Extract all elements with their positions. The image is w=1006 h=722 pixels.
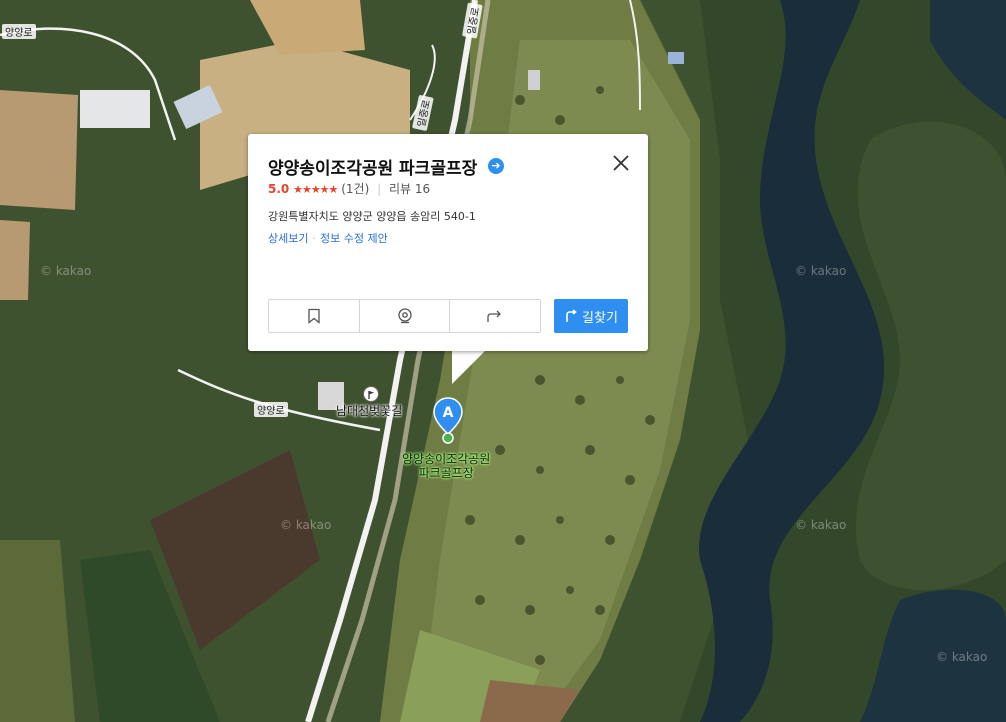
place-label-line2: 파크골프장 [418,466,474,480]
rating-row: 5.0 ★★★★★ (1건) | 리뷰 16 [268,180,430,197]
place-label[interactable]: 양양송이조각공원 파크골프장 [402,452,490,480]
poi-flag-marker[interactable] [364,387,378,401]
watermark: © kakao [936,650,988,664]
rating-score: 5.0 [268,182,290,196]
watermark: © kakao [795,518,847,532]
rating-stars: ★★★★★ [293,183,338,196]
edit-suggest-link[interactable]: 정보 수정 제안 [320,232,388,245]
watermark: © kakao [795,264,847,278]
bookmark-icon [308,308,320,324]
place-info-popup: 양양송이조각공원 파크골프장 ➔ 5.0 ★★★★★ (1건) | 리뷰 16 … [248,134,648,351]
route-label: 길찾기 [582,310,618,326]
detail-link[interactable]: 상세보기 [268,232,308,245]
watermark: © kakao [40,264,92,278]
rating-count[interactable]: (1건) [341,182,369,196]
bookmark-button[interactable] [269,300,360,332]
close-icon [613,155,629,171]
divider: | [377,182,382,196]
chevron-right-circle-icon[interactable]: ➔ [488,158,504,174]
action-buttons [268,299,541,333]
address: 강원특별자치도 양양군 양양읍 송암리 540-1 [268,210,476,223]
watermark: © kakao [280,518,332,532]
road-label: 양양로 [254,402,288,417]
dot-separator: · [312,232,316,245]
flag-icon [368,391,374,399]
popup-tail [452,350,486,384]
close-button[interactable] [610,152,632,174]
place-title[interactable]: 양양송이조각공원 파크골프장 [268,154,477,179]
popup-links: 상세보기 · 정보 수정 제안 [268,230,388,246]
roadview-button[interactable] [360,300,451,332]
review-count[interactable]: 리뷰 16 [389,182,430,196]
share-icon [487,310,502,322]
marker-letter: A [443,405,454,421]
road-label: 양양로 [2,24,36,39]
share-button[interactable] [450,300,540,332]
satellite-map[interactable] [0,0,1006,722]
route-icon [566,309,577,322]
poi-label[interactable]: 남대천벚꽃길 [336,402,402,419]
route-button[interactable]: 길찾기 [554,299,628,333]
roadview-icon [397,308,412,324]
location-marker[interactable]: A [432,396,464,444]
place-label-line1: 양양송이조각공원 [402,452,491,466]
